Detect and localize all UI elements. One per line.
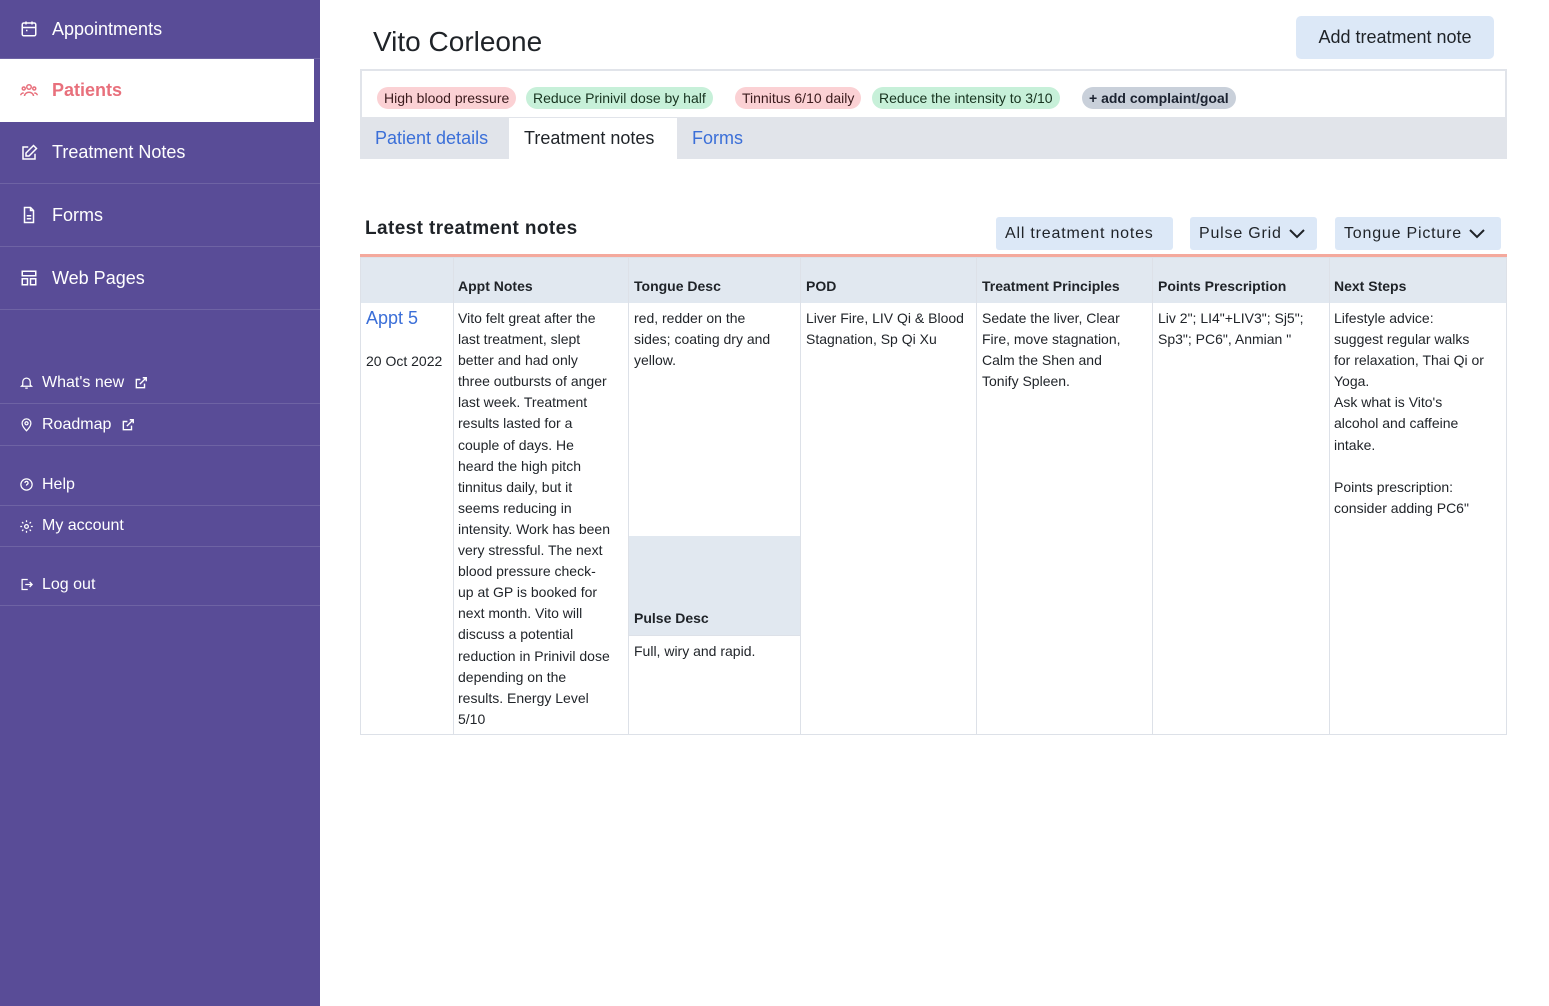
sidebar-item-label: Patients (52, 79, 123, 100)
help-circle-icon (20, 478, 33, 491)
sidebar-item-label: Roadmap (42, 415, 112, 433)
sidebar-item-label: My account (42, 517, 124, 534)
tongue-picture-dropdown[interactable]: Tongue Picture (1335, 217, 1501, 250)
sidebar-item-label: Forms (52, 204, 103, 225)
patient-name: Vito Corleone (373, 26, 543, 57)
column-header: POD (806, 278, 837, 294)
section-title: Latest treatment notes (365, 218, 578, 239)
tab-forms[interactable]: Forms (677, 118, 758, 159)
sidebar-item-web-pages[interactable]: Web Pages (0, 247, 320, 310)
column-tongue-desc: Tongue Desc red, redder on the sides; co… (629, 258, 801, 734)
sidebar-item-log-out[interactable]: Log out (0, 564, 320, 606)
sidebar-item-help[interactable]: Help (0, 464, 320, 506)
column-header: Points Prescription (1158, 278, 1287, 294)
chevron-down-icon (1469, 228, 1485, 238)
tab-treatment-notes[interactable]: Treatment notes (509, 118, 677, 159)
table-cell: Vito felt great after the last treatment… (458, 310, 611, 727)
patient-tabs: Patient details Treatment notes Forms (360, 118, 1507, 159)
complaint-pill[interactable]: Tinnitus 6/10 daily (735, 87, 862, 109)
column-treatment-principles: Treatment Principles Sedate the liver, C… (977, 258, 1153, 734)
column-header: Tongue Desc (634, 278, 721, 294)
appointment-date: 20 Oct 2022 (366, 353, 443, 369)
sidebar: Appointments Patients Treatment Notes Fo… (0, 0, 320, 1006)
sidebar-item-forms[interactable]: Forms (0, 184, 320, 247)
goal-pill[interactable]: Reduce Prinivil dose by half (526, 87, 713, 109)
column-header: Pulse Desc (634, 610, 709, 626)
all-treatment-notes-button[interactable]: All treatment notes (996, 217, 1173, 250)
bell-icon (19, 377, 34, 389)
table-cell: red, redder on the sides; coating dry an… (634, 310, 771, 369)
sidebar-item-label: Web Pages (52, 267, 145, 288)
gear-icon (20, 519, 33, 533)
table-row: Appt 5 20 Oct 2022 (361, 258, 454, 734)
goal-pill[interactable]: Reduce the intensity to 3/10 (872, 87, 1060, 109)
column-pod: POD Liver Fire, LIV Qi & Blood Stagnatio… (801, 258, 977, 734)
sidebar-item-appointments[interactable]: Appointments (0, 0, 320, 59)
layout-icon (21, 270, 37, 286)
filter-label: All treatment notes (1005, 225, 1154, 242)
tab-patient-details[interactable]: Patient details (360, 118, 503, 159)
column-header: Next Steps (1334, 278, 1407, 294)
table-cell: Full, wiry and rapid. (634, 643, 756, 659)
external-link-icon (135, 376, 148, 388)
sidebar-item-label: What's new (42, 373, 125, 391)
appointment-link[interactable]: Appt 5 (366, 308, 418, 329)
document-icon (23, 206, 35, 224)
filter-label: Tongue Picture (1344, 225, 1462, 242)
table-cell: Sedate the liver, Clear Fire, move stagn… (982, 310, 1121, 390)
sidebar-item-patients[interactable]: Patients (0, 59, 314, 122)
external-link-icon (123, 418, 135, 430)
column-appt-notes: Appt Notes Vito felt great after the las… (454, 258, 629, 734)
table-cell: Lifestyle advice: suggest regular walks … (1334, 310, 1484, 516)
treatment-notes-table: Appt 5 20 Oct 2022 Appt Notes Vito felt … (360, 257, 1507, 735)
sidebar-item-label: Help (42, 475, 75, 493)
edit-icon (22, 143, 38, 160)
sidebar-item-label: Treatment Notes (52, 142, 186, 162)
table-cell: Liver Fire, LIV Qi & Blood Stagnation, S… (806, 310, 964, 348)
sidebar-item-roadmap[interactable]: Roadmap (0, 404, 320, 446)
filter-label: Pulse Grid (1199, 225, 1282, 242)
chevron-down-icon (1288, 228, 1305, 238)
sidebar-item-label: Log out (42, 575, 96, 593)
sidebar-item-whats-new[interactable]: What's new (0, 362, 320, 404)
logout-icon (21, 578, 34, 591)
column-points-prescription: Points Prescription Liv 2"; LI4"+LIV3"; … (1153, 258, 1330, 734)
column-header: Treatment Principles (982, 278, 1120, 294)
sidebar-item-my-account[interactable]: My account (0, 506, 320, 547)
complaint-pill[interactable]: High blood pressure (377, 87, 517, 109)
users-icon (20, 84, 38, 97)
column-next-steps: Next Steps Lifestyle advice: suggest reg… (1330, 258, 1507, 734)
sidebar-item-treatment-notes[interactable]: Treatment Notes (0, 122, 320, 184)
add-treatment-note-button[interactable]: Add treatment note (1296, 16, 1494, 59)
pulse-grid-dropdown[interactable]: Pulse Grid (1190, 217, 1317, 250)
map-pin-icon (21, 418, 32, 432)
add-complaint-goal-button[interactable]: + add complaint/goal (1082, 87, 1236, 109)
calendar-icon (21, 21, 37, 37)
column-header: Appt Notes (458, 278, 533, 294)
sidebar-item-label: Appointments (52, 18, 163, 39)
pulse-desc-header: Pulse Desc (629, 536, 800, 636)
table-cell: Liv 2"; LI4"+LIV3"; Sj5"; Sp3"; PC6", An… (1158, 310, 1304, 348)
complaints-goals-bar: High blood pressure Reduce Prinivil dose… (360, 69, 1507, 119)
